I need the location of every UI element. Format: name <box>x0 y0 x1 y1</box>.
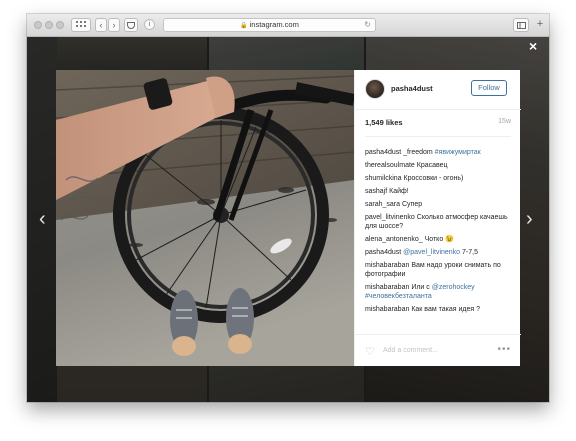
comment-text: Чотко 😉 <box>422 236 454 243</box>
tabs-button[interactable] <box>513 18 529 32</box>
chevron-right-icon: › <box>112 20 116 30</box>
comment-item: mishabaraban Вам надо уроки снимать по ф… <box>365 261 515 279</box>
likes-count[interactable]: 1,549 likes <box>365 118 403 127</box>
comment-item: mishabaraban Или с @zerohockey #человекб… <box>365 283 515 301</box>
comment-mention-link[interactable]: @pavel_litvinenko <box>403 249 460 256</box>
comment-username[interactable]: pasha4dust <box>365 249 401 256</box>
comment-item: pasha4dust _freedom #явижумиртак <box>365 148 515 157</box>
post-sidebar: pasha4dust Follow 1,549 likes 15w pasha4… <box>354 70 521 367</box>
bicycle-photo <box>56 70 354 366</box>
plus-icon: + <box>536 18 544 30</box>
grid-icon <box>76 21 86 27</box>
post-modal: pasha4dust Follow 1,549 likes 15w pasha4… <box>56 70 521 367</box>
comment-username[interactable]: therealsoulmate <box>365 162 415 169</box>
comment-text: Как вам такая идея ? <box>409 306 480 313</box>
lock-icon: 🔒 <box>240 23 248 29</box>
comment-username[interactable]: sashajf <box>365 188 387 195</box>
chevron-left-icon: ‹ <box>99 20 103 30</box>
comment-item: sarah_sara Супер <box>365 200 515 209</box>
follow-button[interactable]: Follow <box>471 80 507 96</box>
minimize-window-button[interactable] <box>45 21 53 29</box>
comment-username[interactable]: pavel_litvinenko <box>365 214 415 221</box>
new-tab-button[interactable]: + <box>534 18 546 32</box>
avatar[interactable] <box>365 79 385 99</box>
close-window-button[interactable] <box>34 21 42 29</box>
tabs-icon <box>516 22 526 29</box>
comment-text: Кайф! <box>387 188 409 195</box>
comment-username[interactable]: mishabaraban <box>365 306 409 313</box>
post-time[interactable]: 15w <box>498 118 511 125</box>
pocket-icon <box>127 22 135 29</box>
zoom-window-button[interactable] <box>56 21 64 29</box>
comment-item: sashajf Кайф! <box>365 187 515 196</box>
comment-text: 7-7,5 <box>460 249 478 256</box>
address-bar[interactable]: 🔒 instagram.com ↻ <box>163 18 376 32</box>
pocket-button[interactable] <box>124 18 138 32</box>
comment-text: Красавец <box>414 162 448 169</box>
comment-text: Супер <box>400 201 423 208</box>
add-comment-row: ♡ Add a comment... ••• <box>355 334 521 367</box>
post-username[interactable]: pasha4dust <box>391 84 433 93</box>
comment-username[interactable]: alena_antonenko_ <box>365 236 423 243</box>
info-icon: i <box>148 21 151 28</box>
comment-text: _freedom <box>401 149 435 156</box>
comment-mention-link[interactable]: #явижумиртак <box>435 149 481 156</box>
back-button[interactable]: ‹ <box>95 18 107 32</box>
comment-item: mishabaraban Как вам такая идея ? <box>365 305 515 314</box>
more-options-button[interactable]: ••• <box>497 344 511 355</box>
forward-button[interactable]: › <box>108 18 120 32</box>
close-modal-button[interactable]: × <box>529 38 537 54</box>
comment-item: pasha4dust @pavel_litvinenko 7-7,5 <box>365 248 515 257</box>
info-button[interactable]: i <box>144 19 155 30</box>
comment-username[interactable]: mishabaraban <box>365 262 409 269</box>
comment-username[interactable]: shumilckina <box>365 175 402 182</box>
heart-icon[interactable]: ♡ <box>365 345 375 358</box>
previous-post-arrow[interactable]: ‹ <box>39 208 46 231</box>
likes-row: 1,549 likes 15w <box>365 118 511 137</box>
comment-text: Или с <box>409 284 432 291</box>
post-header: pasha4dust Follow <box>355 70 521 110</box>
url-text: instagram.com <box>249 20 299 29</box>
sidebar-button[interactable] <box>71 18 91 32</box>
comment-username[interactable]: mishabaraban <box>365 284 409 291</box>
comment-list: pasha4dust _freedom #явижумиртак thereals… <box>365 148 515 318</box>
comment-username[interactable]: pasha4dust <box>365 149 401 156</box>
comment-item: pavel_litvinenko Сколько атмосфер качаеш… <box>365 213 515 231</box>
comment-username[interactable]: sarah_sara <box>365 201 400 208</box>
add-comment-input[interactable]: Add a comment... <box>383 347 438 354</box>
comment-item: therealsoulmate Красавец <box>365 161 515 170</box>
reload-icon[interactable]: ↻ <box>364 19 371 31</box>
browser-toolbar: ‹ › i 🔒 instagram.com ↻ + <box>27 14 549 37</box>
comment-item: shumilckina Кроссовки - огонь) <box>365 174 515 183</box>
next-post-arrow[interactable]: › <box>526 208 533 231</box>
comment-item: alena_antonenko_ Чотко 😉 <box>365 235 515 244</box>
comment-text: Кроссовки - огонь) <box>401 175 464 182</box>
post-photo <box>56 70 354 366</box>
browser-window: ‹ › i 🔒 instagram.com ↻ + × ‹ › pasha4du… <box>27 14 549 402</box>
